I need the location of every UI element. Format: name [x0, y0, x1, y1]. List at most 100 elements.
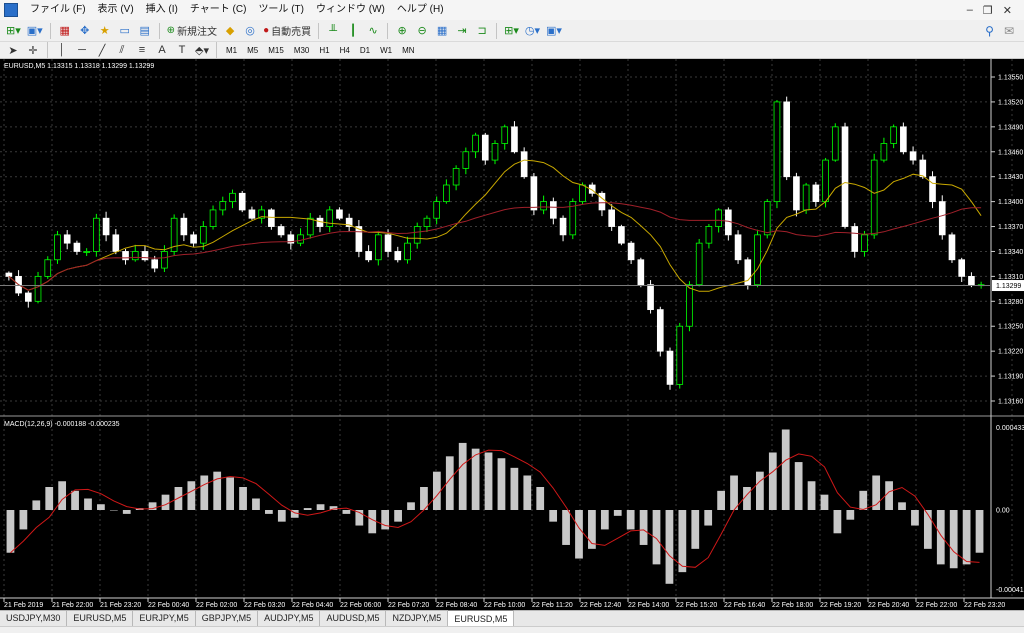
new-order-button[interactable]: ⊕ 新規注文: [165, 22, 219, 40]
cursor-icon[interactable]: ➤: [4, 41, 22, 59]
strategy-tester-icon[interactable]: ▤: [136, 22, 154, 40]
candle-body: [773, 101, 781, 203]
price-chart[interactable]: 1.13550 1.13520 1.13490 1.13460 1.13430 1.134…: [0, 59, 1024, 610]
menu-tools[interactable]: ツール (T): [252, 0, 310, 20]
macd-bar: [226, 477, 234, 510]
macd-bar: [316, 504, 325, 510]
macd-bar: [109, 510, 118, 511]
timeframe-m30[interactable]: M30: [290, 43, 314, 57]
zoom-in-icon[interactable]: ⊕: [393, 22, 411, 40]
navigator-icon[interactable]: ★: [96, 22, 114, 40]
search-icon[interactable]: ⚲: [985, 24, 994, 38]
price-label: 1.13430: [998, 174, 1023, 181]
macd-label-zero: 0.00: [996, 508, 1010, 515]
bar-chart-icon[interactable]: ╨: [324, 22, 342, 40]
timeframe-h4[interactable]: H4: [336, 43, 354, 57]
menu-view[interactable]: 表示 (V): [92, 0, 140, 20]
horizontal-line-icon[interactable]: ─: [73, 41, 91, 59]
menu-help[interactable]: ヘルプ (H): [391, 0, 450, 20]
chart-tab[interactable]: EURJPY,M5: [133, 611, 196, 626]
time-label: 22 Feb 04:40: [292, 602, 333, 609]
price-label: 1.13340: [998, 249, 1023, 256]
macd-bar: [484, 452, 493, 510]
timeframe-h1[interactable]: H1: [315, 43, 333, 57]
macd-bar: [265, 510, 273, 514]
chart-window[interactable]: 1.13550 1.13520 1.13490 1.13460 1.13430 1.134…: [0, 59, 1024, 610]
macd-bar: [859, 490, 868, 510]
close-icon[interactable]: ✕: [1003, 4, 1012, 17]
macd-bar: [885, 481, 893, 510]
menu-insert[interactable]: 挿入 (I): [140, 0, 184, 20]
timeframe-m5[interactable]: M5: [243, 43, 262, 57]
menu-window[interactable]: ウィンドウ (W): [310, 0, 391, 20]
crosshair-icon[interactable]: ✛: [24, 41, 42, 59]
chart-tab[interactable]: NZDJPY,M5: [386, 611, 449, 626]
drawing-toolbar: ➤ ✛ │ ─ ╱ ⫽ ≡ A T ⬘▾ M1 M5 M15 M30 H1 H4…: [0, 42, 1024, 59]
candle-body: [831, 126, 839, 161]
macd-bar: [71, 490, 79, 510]
timeframe-d1[interactable]: D1: [356, 43, 374, 57]
zoom-out-icon[interactable]: ⊖: [413, 22, 431, 40]
chart-tab[interactable]: AUDJPY,M5: [258, 611, 321, 626]
text-tool-icon[interactable]: A: [153, 41, 171, 59]
restore-icon[interactable]: ❐: [983, 4, 993, 17]
macd-bar: [368, 510, 377, 534]
timeframe-mn[interactable]: MN: [398, 43, 418, 57]
macd-bar: [471, 448, 480, 510]
tile-windows-icon[interactable]: ▦: [433, 22, 451, 40]
candle-body: [598, 192, 606, 211]
candle-body: [520, 151, 528, 178]
chart-tab[interactable]: USDJPY,M30: [0, 611, 68, 626]
time-label: 22 Feb 14:00: [628, 602, 669, 609]
alert-icon[interactable]: ◎: [241, 22, 259, 40]
time-label: 22 Feb 02:00: [196, 602, 237, 609]
arrows-icon[interactable]: ⬘▾: [193, 41, 211, 59]
price-label: 1.13280: [998, 299, 1023, 306]
macd-bar: [717, 490, 725, 510]
menu-file[interactable]: ファイル (F): [24, 0, 92, 20]
chart-tab[interactable]: EURUSD,M5: [448, 610, 515, 626]
data-window-icon[interactable]: ✥: [76, 22, 94, 40]
macd-bar: [975, 510, 984, 553]
chat-icon[interactable]: ✉: [1004, 24, 1014, 38]
fibonacci-icon[interactable]: ≡: [133, 41, 151, 59]
auto-scroll-icon[interactable]: ⇥: [453, 22, 471, 40]
candle-body: [666, 350, 674, 385]
line-chart-icon[interactable]: ∿: [364, 22, 382, 40]
periods-icon[interactable]: ◷▾: [523, 22, 542, 40]
channel-icon[interactable]: ⫽: [113, 41, 131, 59]
time-label: 22 Feb 03:20: [244, 602, 285, 609]
minimize-icon[interactable]: –: [967, 4, 973, 17]
chart-shift-icon[interactable]: ⊐: [473, 22, 491, 40]
price-label: 1.13220: [998, 349, 1023, 356]
metaeditor-icon[interactable]: ◆: [221, 22, 239, 40]
candle-body: [695, 242, 703, 286]
vertical-line-icon[interactable]: │: [53, 41, 71, 59]
candlestick-icon[interactable]: ┃: [344, 22, 362, 40]
templates-icon[interactable]: ▣▾: [544, 22, 564, 40]
candle-body: [219, 201, 227, 211]
price-label: 1.13400: [998, 199, 1023, 206]
timeframe-m1[interactable]: M1: [222, 43, 241, 57]
timeframe-w1[interactable]: W1: [376, 43, 396, 57]
timeframe-m15[interactable]: M15: [264, 43, 288, 57]
menu-chart[interactable]: チャート (C): [184, 0, 253, 20]
indicators-icon[interactable]: ⊞▾: [502, 22, 521, 40]
macd-bar: [200, 475, 209, 510]
trendline-icon[interactable]: ╱: [93, 41, 111, 59]
macd-header: MACD(12,26,9) -0.000188 -0.000235: [4, 421, 120, 428]
autotrade-button[interactable]: ● 自動売買: [261, 22, 313, 40]
candle-body: [297, 234, 304, 244]
chart-tab[interactable]: AUDUSD,M5: [320, 611, 387, 626]
new-chart-icon[interactable]: ⊞▾: [4, 22, 23, 40]
profiles-icon[interactable]: ▣▾: [25, 22, 45, 40]
candle-body: [656, 309, 664, 352]
text-label-icon[interactable]: T: [173, 41, 191, 59]
candle-body: [452, 167, 460, 186]
market-watch-icon[interactable]: ▦: [56, 22, 74, 40]
candle-body: [491, 143, 499, 161]
chart-tab[interactable]: EURUSD,M5: [67, 611, 134, 626]
chart-tab[interactable]: GBPJPY,M5: [196, 611, 259, 626]
candle-body: [608, 209, 615, 227]
terminal-icon[interactable]: ▭: [116, 22, 134, 40]
